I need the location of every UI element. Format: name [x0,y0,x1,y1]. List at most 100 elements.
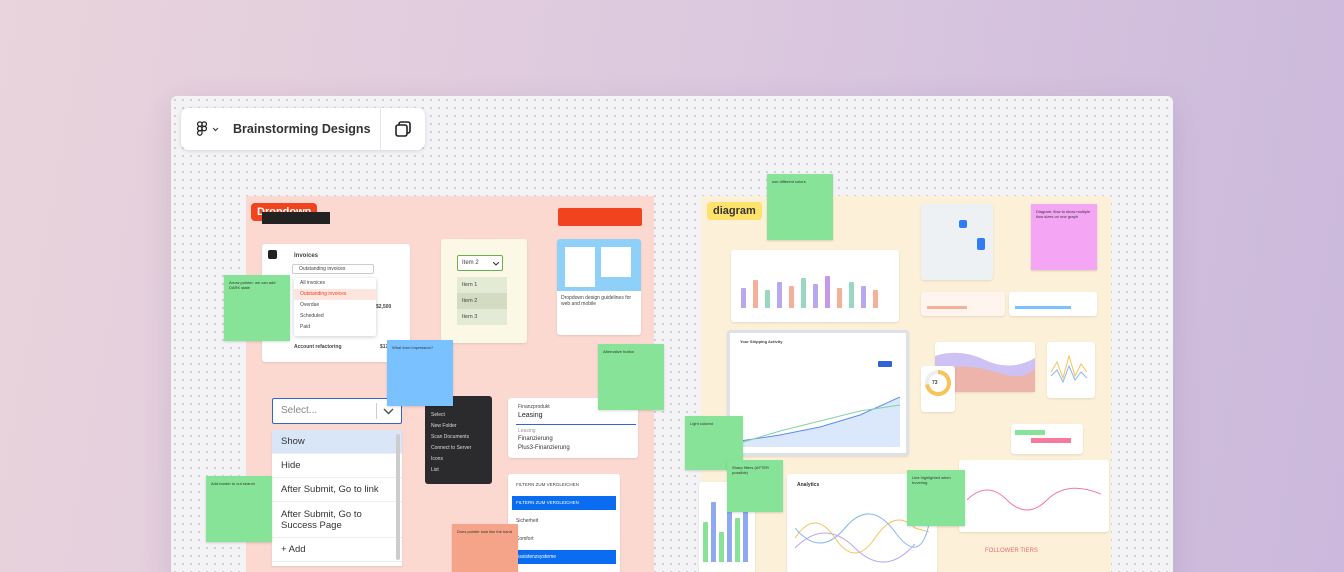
invoices-select[interactable]: Outstanding invoices [292,264,374,274]
sticky-note[interactable]: Add border to cut search [206,476,272,542]
chevron-down-icon [493,262,499,266]
option-goto-success[interactable]: After Submit, Go to Success Page [272,502,402,538]
item-option[interactable]: Item 3 [457,309,507,325]
stacked-bar-chart[interactable] [731,250,899,322]
invoices-select-value: Outstanding invoices [299,266,346,272]
menu-item[interactable]: Scheduled [294,311,376,322]
hover-line-chart[interactable] [959,460,1109,532]
orange-button-mock[interactable] [558,208,642,226]
chart-bar [711,502,716,562]
canvas-board[interactable]: Brainstorming Designs Dropdown Invoices … [171,96,1173,572]
dashboard-action-button[interactable] [878,361,892,367]
menu-item[interactable]: Paid [294,322,376,333]
device-control-card[interactable] [921,204,993,280]
dark-menu-item[interactable]: Connect to Server [425,443,492,454]
filter-option[interactable]: Sicherheit [516,518,538,524]
chart-bar [837,288,842,308]
item-option-selected[interactable]: Item 2 [457,293,507,309]
menu-item-selected[interactable]: Outstanding invoices [294,289,376,300]
file-title[interactable]: Brainstorming Designs [233,122,380,136]
tag-shadow-bar [262,212,330,224]
progress-bar [927,306,967,309]
hover-line-svg [967,487,1101,511]
device-toggle[interactable] [959,220,967,228]
invoice-row-label: Account refactoring [294,344,342,350]
finance-option[interactable]: Leasing [518,428,536,434]
gantt-bar [1031,438,1071,443]
sticky-note[interactable]: Does pointer look like the hand [452,524,518,572]
filter-option[interactable]: Komfort [516,536,534,542]
item-options[interactable]: Item 1 Item 2 Item 3 [457,277,507,325]
finance-label: Finanzprodukt [518,404,550,410]
select-placeholder: Select... [281,405,318,416]
item-list-card[interactable]: Item 2 Item 1 Item 2 Item 3 [441,239,527,343]
dark-context-menu[interactable]: Select New Folder Scan Documents Connect… [425,396,492,484]
chart-bar [703,522,708,562]
sticky-note[interactable]: Sharp filters (AFTER possible) [727,460,783,512]
main-menu-button[interactable] [181,108,233,150]
app-logo-icon [268,250,277,259]
device-toggle[interactable] [977,238,985,250]
filter-card[interactable]: FILTERN ZUM VERGLEICHEN FILTERN ZUM VERG… [508,474,620,572]
dark-menu-item[interactable]: Select [425,410,492,421]
sticky-note[interactable]: Arrow pointer: we can add DARK state [224,275,290,341]
option-hide[interactable]: Hide [272,454,402,478]
select-options[interactable]: Show Hide After Submit, Go to link After… [272,430,402,566]
file-toolbar: Brainstorming Designs [181,108,425,150]
dark-menu-item[interactable]: Icons [425,454,492,465]
option-goto-link[interactable]: After Submit, Go to link [272,478,402,502]
menu-item[interactable]: Overdue [294,300,376,311]
shipping-dashboard[interactable]: Your Shipping Activity [727,330,909,456]
sticky-note[interactable]: What form impression? [387,340,453,406]
dark-menu-item[interactable]: Scan Documents [425,432,492,443]
sticky-note[interactable]: use different colors [767,174,833,240]
select-input[interactable]: Select... [272,398,402,424]
select-divider [376,403,377,419]
chart-bar [813,284,818,308]
scrollbar[interactable] [396,434,400,560]
thumb-panel [565,247,595,287]
sticky-note[interactable]: Alternative button [598,344,664,410]
sticky-note[interactable]: Line highlighted when hovering [907,470,965,526]
finance-option[interactable]: Finanzierung [518,436,553,442]
duplicate-button[interactable] [381,108,425,150]
chart-bar [727,508,732,562]
donut-chart [925,370,951,396]
item-select[interactable]: Item 2 [457,255,503,271]
frame-tag-diagram[interactable]: diagram [707,202,762,220]
filter-select[interactable]: FILTERN ZUM VERGLEICHEN [516,482,579,487]
filter-option-label: Assistenzsysteme [516,554,557,560]
finance-option[interactable]: Plus3-Finanzierung [518,445,570,451]
chart-bar [735,518,740,562]
item-select-value: Item 2 [462,260,479,266]
guideline-thumbnail [557,239,641,291]
option-show[interactable]: Show [272,430,402,454]
dropdown-frame[interactable]: Dropdown Invoices Outstanding invoices A… [206,196,664,572]
chart-bar [765,290,770,308]
figma-icon [196,121,207,136]
diagram-frame[interactable]: diagram Your Shipping Activity Diagram: … [685,174,1111,572]
filter-option-selected[interactable]: Assistenzsysteme [512,550,616,564]
item-option[interactable]: Item 1 [457,277,507,293]
option-add[interactable]: + Add [272,538,402,562]
dashboard-title: Your Shipping Activity [740,339,783,344]
guideline-title: Dropdown design guidelines for web and m… [561,295,632,307]
chevron-down-icon [212,127,218,131]
sticky-note[interactable]: Diagram: flow to show multiple flow size… [1031,204,1097,270]
gantt-bar [1015,430,1045,435]
wave-chart [1047,342,1095,398]
copy-icon [395,121,411,137]
menu-item[interactable]: All invoices [294,278,376,289]
chevron-down-icon [383,408,394,415]
guideline-card[interactable]: Dropdown design guidelines for web and m… [557,239,641,335]
dark-menu-item[interactable]: New Folder [425,421,492,432]
invoices-menu[interactable]: All invoices Outstanding invoices Overdu… [294,278,376,336]
chart-bar [861,286,866,308]
filter-header-selected[interactable]: FILTERN ZUM VERGLEICHEN [512,496,616,510]
invoice-amount: $2,500 [376,304,392,310]
chart-bar [777,282,782,308]
chart-bar [789,286,794,308]
dark-menu-item[interactable]: List [425,465,492,476]
finance-value[interactable]: Leasing [518,412,543,419]
progress-card [1009,292,1097,316]
